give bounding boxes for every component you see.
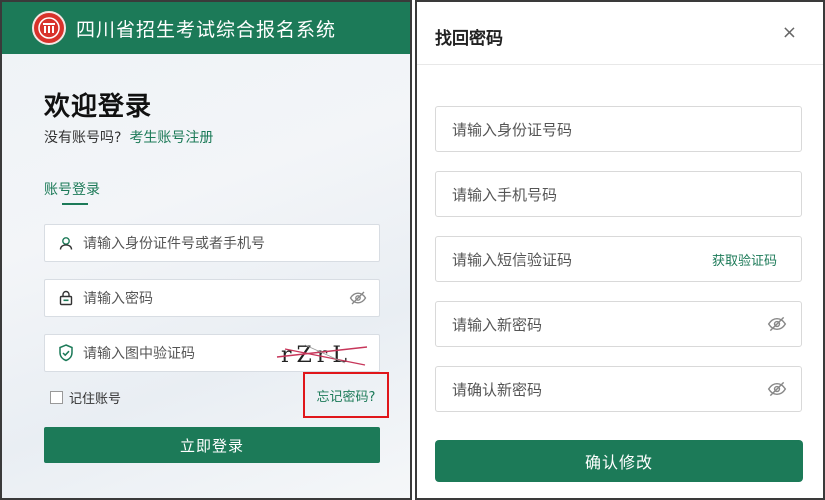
reset-sms-input[interactable]: 请输入短信验证码 获取验证码 (435, 236, 802, 282)
password-placeholder: 请输入密码 (83, 291, 153, 307)
eye-off-icon[interactable] (767, 380, 787, 402)
remember-label: 记住账号 (69, 392, 122, 407)
welcome-heading: 欢迎登录 (44, 92, 153, 122)
reset-password-dialog: 找回密码 × 请输入身份证号码 请输入手机号码 请输入短信验证码 获取验证码 请… (415, 0, 825, 500)
password-input[interactable]: 请输入密码 (44, 279, 380, 317)
reset-confirm-password-placeholder: 请确认新密码 (452, 380, 543, 399)
shield-check-icon (57, 344, 75, 362)
reset-confirm-password-input[interactable]: 请确认新密码 (435, 366, 802, 412)
remember-checkbox[interactable] (50, 391, 63, 404)
reset-id-placeholder: 请输入身份证号码 (452, 120, 573, 139)
eye-off-icon[interactable] (767, 315, 787, 337)
captcha-placeholder: 请输入图中验证码 (83, 346, 195, 362)
reset-sms-placeholder: 请输入短信验证码 (452, 250, 573, 269)
tab-account-login[interactable]: 账号登录 (44, 179, 100, 199)
captcha-input[interactable]: 请输入图中验证码 rZrL (44, 334, 380, 372)
reset-new-password-placeholder: 请输入新密码 (452, 315, 543, 334)
lock-icon (57, 289, 75, 307)
no-account-line: 没有账号吗? 考生账号注册 (44, 127, 213, 147)
forgot-password-link[interactable]: 忘记密码? (317, 386, 376, 405)
confirm-button[interactable]: 确认修改 (435, 440, 803, 482)
system-title: 四川省招生考试综合报名系统 (76, 18, 337, 41)
reset-new-password-input[interactable]: 请输入新密码 (435, 301, 802, 347)
login-panel: 四川省招生考试综合报名系统 欢迎登录 没有账号吗? 考生账号注册 账号登录 请输入… (0, 0, 412, 500)
login-button[interactable]: 立即登录 (44, 427, 380, 463)
tab-active-indicator (62, 203, 88, 205)
dialog-divider (417, 64, 823, 65)
reset-phone-placeholder: 请输入手机号码 (452, 185, 558, 204)
captcha-image[interactable]: rZrL (275, 339, 369, 369)
reset-phone-input[interactable]: 请输入手机号码 (435, 171, 802, 217)
no-account-text: 没有账号吗? (44, 130, 122, 146)
dialog-title: 找回密码 (435, 29, 503, 49)
id-placeholder: 请输入身份证件号或者手机号 (83, 236, 265, 252)
close-icon[interactable]: × (782, 22, 797, 43)
register-link[interactable]: 考生账号注册 (129, 130, 213, 146)
emblem-icon (32, 11, 66, 45)
get-code-button[interactable]: 获取验证码 (712, 250, 777, 269)
eye-off-icon[interactable] (349, 290, 367, 310)
remember-account[interactable]: 记住账号 (50, 388, 121, 407)
user-icon (57, 234, 75, 252)
reset-id-input[interactable]: 请输入身份证号码 (435, 106, 802, 152)
forgot-password-highlight: 忘记密码? (303, 372, 389, 418)
header-bar: 四川省招生考试综合报名系统 (2, 2, 410, 54)
id-input[interactable]: 请输入身份证件号或者手机号 (44, 224, 380, 262)
